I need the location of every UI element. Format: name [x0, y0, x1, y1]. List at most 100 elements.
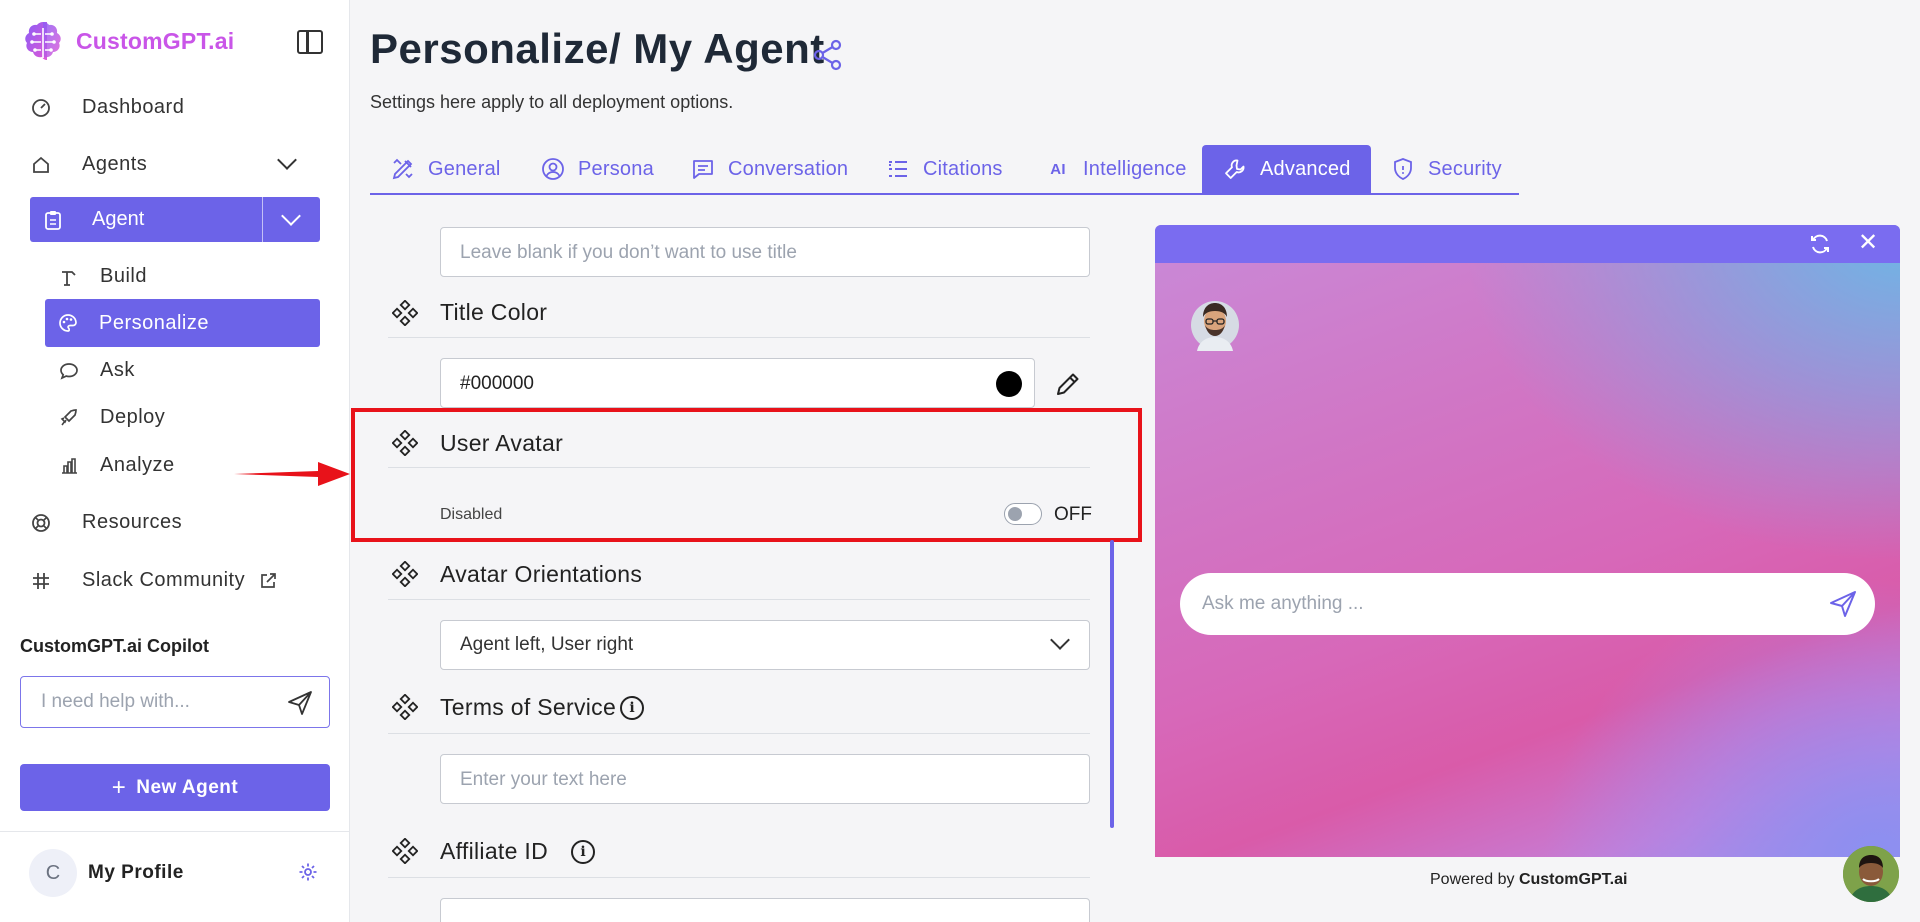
shield-icon — [1390, 156, 1416, 182]
profile-divider — [0, 831, 350, 832]
sidebar-subitem-build[interactable]: Build — [58, 265, 147, 288]
agent-chevron-down-icon[interactable] — [281, 206, 301, 226]
tab-intelligence[interactable]: AI Intelligence — [1045, 145, 1187, 193]
sidebar-subitem-analyze[interactable]: Analyze — [58, 454, 175, 477]
refresh-icon[interactable] — [1809, 233, 1831, 255]
share-icon[interactable] — [812, 38, 844, 72]
wrench-icon — [1222, 156, 1248, 182]
info-icon[interactable]: i — [571, 840, 595, 864]
agent-title-field — [440, 227, 1090, 277]
powered-by-brand[interactable]: CustomGPT.ai — [1519, 871, 1627, 888]
home-icon — [30, 154, 52, 176]
chat-icon — [58, 360, 80, 382]
drag-handle-icon[interactable] — [392, 694, 418, 720]
pencil-icon[interactable] — [1054, 370, 1082, 398]
tab-label: Conversation — [728, 157, 849, 180]
tab-label: Security — [1428, 157, 1502, 180]
sidebar-item-agents[interactable]: Agents — [30, 153, 147, 176]
clipboard-icon — [42, 209, 64, 231]
scroll-indicator[interactable] — [1110, 540, 1114, 828]
sidebar-item-label: Analyze — [100, 454, 175, 476]
send-icon[interactable] — [287, 690, 313, 716]
user-circle-icon — [540, 156, 566, 182]
profile-name[interactable]: My Profile — [88, 862, 184, 884]
sidebar-item-label: Agents — [82, 153, 148, 175]
copilot-title: CustomGPT.ai Copilot — [20, 636, 209, 656]
affiliate-field[interactable] — [440, 898, 1090, 922]
agents-chevron-down-icon[interactable] — [277, 150, 297, 170]
drag-handle-icon[interactable] — [392, 300, 418, 326]
annotation-highlight-box — [351, 408, 1142, 542]
tab-persona[interactable]: Persona — [540, 145, 654, 193]
tab-advanced[interactable]: Advanced — [1202, 145, 1371, 193]
section-divider — [388, 599, 1090, 600]
sidebar-item-resources[interactable]: Resources — [30, 511, 182, 534]
tab-general[interactable]: General — [390, 145, 501, 193]
section-divider — [388, 337, 1090, 338]
info-icon[interactable]: i — [620, 696, 644, 720]
external-link-icon — [259, 572, 277, 590]
tab-label: Persona — [578, 157, 654, 180]
tab-label: Intelligence — [1083, 157, 1187, 180]
agent-bar-divider — [262, 197, 263, 242]
terms-field — [440, 754, 1090, 804]
settings-tabs: General Persona Conversation Citations A… — [370, 145, 1519, 195]
sidebar-collapse-icon[interactable] — [297, 30, 323, 54]
support-chat-avatar[interactable] — [1843, 846, 1899, 902]
title-color-field — [440, 358, 1060, 408]
sidebar-item-agent[interactable]: Agent — [30, 197, 320, 242]
sidebar-subitem-deploy[interactable]: Deploy — [58, 406, 165, 429]
page-title: Personalize/ My Agent — [370, 25, 825, 72]
message-icon — [690, 156, 716, 182]
affiliate-label: Affiliate ID — [440, 838, 548, 864]
sidebar-item-slack[interactable]: Slack Community — [30, 569, 277, 592]
chevron-down-icon — [1050, 630, 1070, 650]
title-color-label: Title Color — [440, 299, 548, 325]
terms-input[interactable] — [460, 767, 1060, 793]
palette-icon — [57, 312, 79, 334]
sidebar-subitem-personalize[interactable]: Personalize — [45, 299, 320, 347]
ask-input-box — [1180, 573, 1875, 635]
lifebuoy-icon — [30, 512, 52, 534]
copilot-input-box — [20, 676, 330, 728]
build-icon — [58, 266, 80, 288]
sidebar-item-label: Deploy — [100, 406, 166, 428]
brand-name: CustomGPT.ai — [76, 27, 235, 54]
sidebar-item-label: Ask — [100, 359, 135, 381]
rocket-icon — [58, 407, 80, 429]
sidebar-item-label: Build — [100, 265, 147, 287]
drag-handle-icon[interactable] — [392, 838, 418, 864]
tab-label: Advanced — [1260, 157, 1351, 180]
dashboard-icon — [30, 97, 52, 119]
color-swatch[interactable] — [996, 371, 1022, 397]
avatar-orientation-select[interactable]: Agent left, User right — [440, 620, 1090, 670]
section-divider — [388, 733, 1090, 734]
gear-icon[interactable] — [297, 862, 319, 884]
person-avatar-icon — [1843, 846, 1899, 902]
section-divider — [388, 877, 1090, 878]
copilot-input[interactable] — [41, 689, 271, 715]
sidebar-item-label: Dashboard — [82, 96, 185, 118]
ai-icon: AI — [1050, 160, 1066, 178]
chat-preview: ✕ — [1155, 225, 1900, 857]
drag-handle-icon[interactable] — [392, 561, 418, 587]
agent-title-input[interactable] — [460, 240, 1060, 266]
close-icon[interactable]: ✕ — [1856, 231, 1880, 255]
tab-security[interactable]: Security — [1390, 145, 1502, 193]
send-icon[interactable] — [1829, 590, 1857, 618]
sidebar-subitem-ask[interactable]: Ask — [58, 359, 135, 382]
avatar[interactable]: C — [29, 849, 77, 897]
new-agent-button[interactable]: + New Agent — [20, 764, 330, 811]
tab-label: General — [428, 157, 501, 180]
plus-icon: + — [111, 773, 127, 801]
tab-conversation[interactable]: Conversation — [690, 145, 848, 193]
annotation-arrow-icon — [234, 462, 350, 486]
ask-input[interactable] — [1202, 591, 1782, 617]
title-color-input[interactable] — [460, 371, 1060, 397]
avatar-orientations-label: Avatar Orientations — [440, 561, 643, 587]
tab-citations[interactable]: Citations — [885, 145, 1003, 193]
pen-ruler-icon — [390, 156, 416, 182]
sidebar-item-label: Resources — [82, 511, 183, 533]
brand-logo[interactable]: CustomGPT.ai — [20, 18, 234, 64]
sidebar-item-dashboard[interactable]: Dashboard — [30, 96, 184, 119]
